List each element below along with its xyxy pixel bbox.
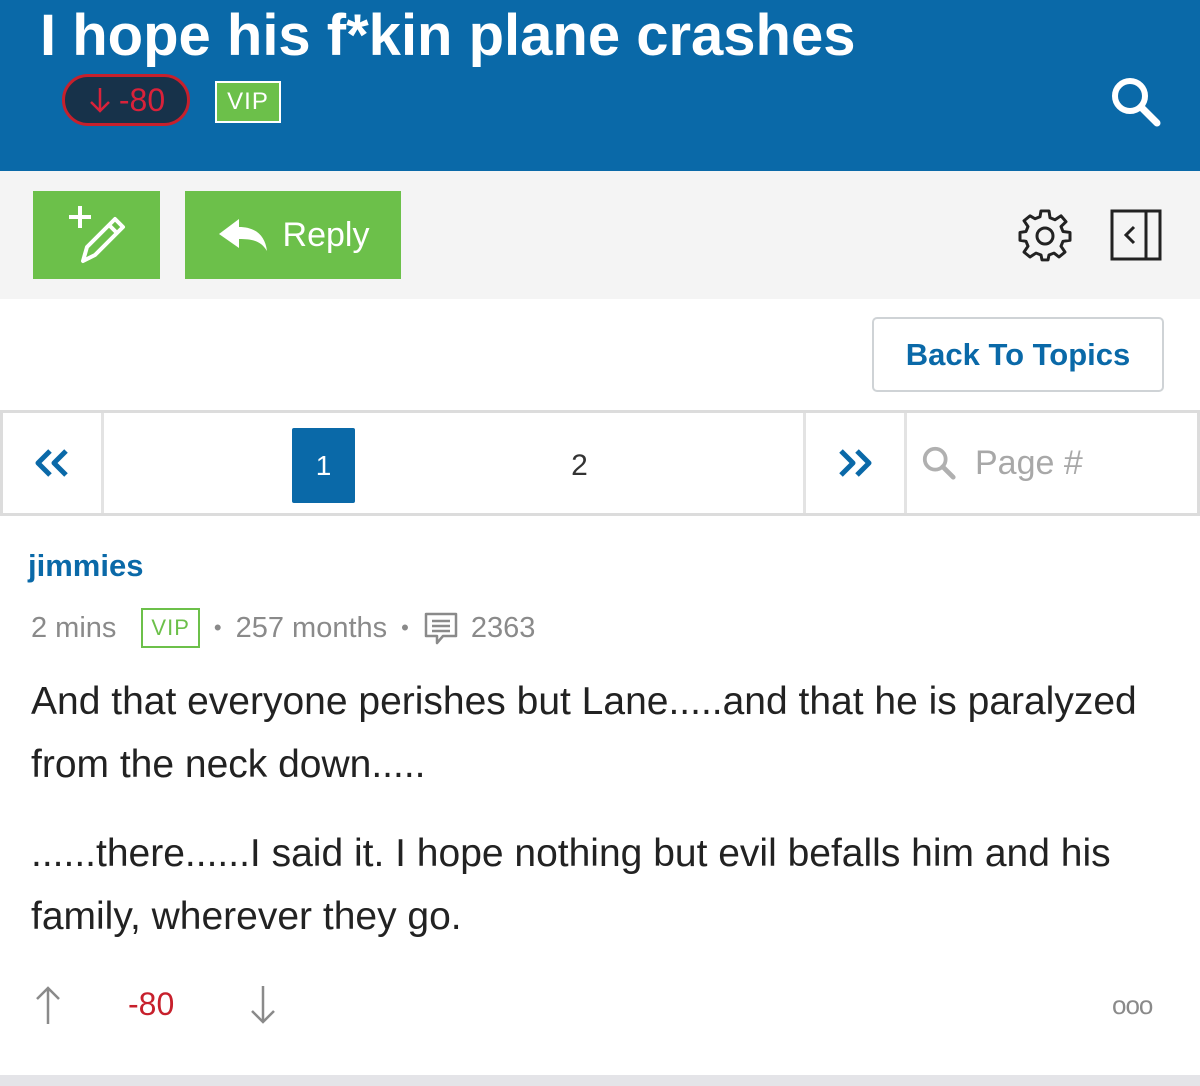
last-page-button[interactable] <box>803 413 907 513</box>
topic-title: I hope his f*kin plane crashes <box>40 3 856 68</box>
arrow-down-icon <box>89 88 110 113</box>
reply-label: Reply <box>282 215 370 254</box>
separator-dot: • <box>401 615 409 640</box>
vip-badge: VIP <box>141 608 200 648</box>
bottom-divider <box>0 1075 1200 1086</box>
post-author[interactable]: jimmies <box>28 548 143 584</box>
vip-badge: VIP <box>215 81 281 123</box>
double-chevron-left-icon <box>35 449 68 477</box>
post-paragraph: And that everyone perishes but Lane.....… <box>31 680 1137 786</box>
new-post-button[interactable] <box>33 191 160 279</box>
gear-icon[interactable] <box>1018 209 1072 263</box>
post-score: -80 <box>128 986 175 1022</box>
downvote-icon[interactable] <box>248 982 278 1028</box>
topic-score-badge: -80 <box>62 74 190 126</box>
page-jump <box>907 413 1197 513</box>
reply-arrow-icon <box>218 219 267 251</box>
double-chevron-right-icon <box>839 449 872 477</box>
first-page-button[interactable] <box>3 413 104 513</box>
toolbar: Reply <box>0 171 1200 299</box>
post-count: 2363 <box>470 611 536 644</box>
post-paragraph: ......there......I said it. I hope nothi… <box>31 832 1111 938</box>
topic-score: -80 <box>118 81 166 118</box>
post-meta: 2 mins VIP • 257 months • 2363 <box>31 606 535 650</box>
pagination: 1 2 <box>0 410 1200 516</box>
page-number-input[interactable] <box>973 442 1197 484</box>
search-icon[interactable] <box>1107 73 1163 129</box>
member-duration: 257 months <box>235 611 388 644</box>
reply-button[interactable]: Reply <box>185 191 401 279</box>
comment-icon <box>424 612 458 645</box>
upvote-icon[interactable] <box>33 982 63 1028</box>
back-to-topics-button[interactable]: Back To Topics <box>872 317 1164 392</box>
collapse-panel-icon[interactable] <box>1110 209 1162 261</box>
separator-dot: • <box>213 615 222 640</box>
more-options-button[interactable]: ooo <box>1112 990 1153 1021</box>
topic-header: I hope his f*kin plane crashes -80 VIP <box>0 0 1200 171</box>
page-2-button[interactable]: 2 <box>548 428 611 503</box>
post-time: 2 mins <box>31 611 117 644</box>
search-icon <box>922 446 956 480</box>
pencil-plus-icon <box>68 206 125 263</box>
page-1-button[interactable]: 1 <box>292 428 355 503</box>
